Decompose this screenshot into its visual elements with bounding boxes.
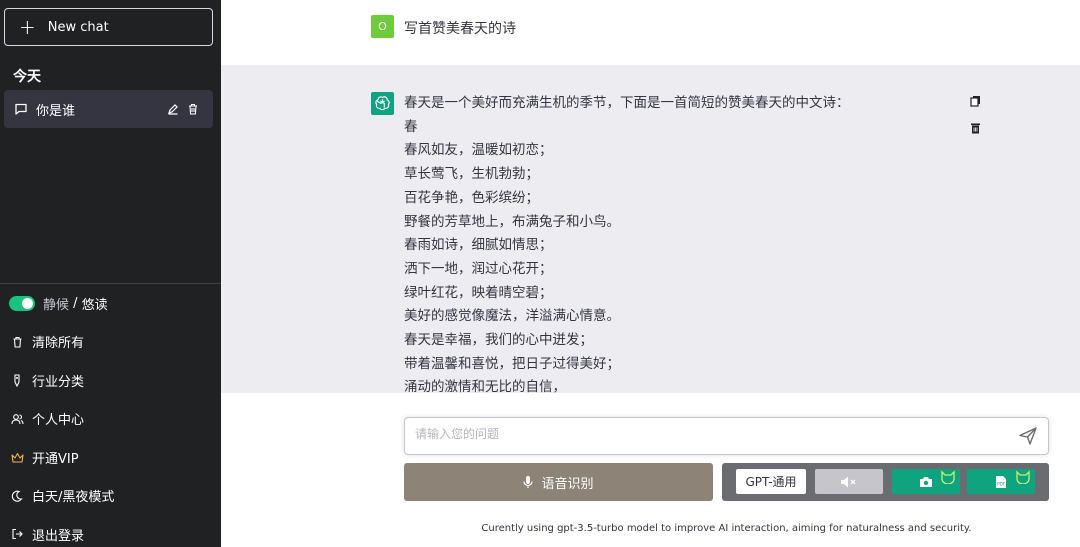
tag-icon bbox=[10, 374, 24, 387]
mute-button[interactable] bbox=[815, 469, 883, 494]
message-icon bbox=[14, 102, 28, 116]
plus-icon: + bbox=[19, 15, 36, 39]
section-title-today: 今天 bbox=[13, 69, 41, 85]
sidebar-item-vip[interactable]: 开通VIP bbox=[0, 438, 221, 477]
mode-separator: / bbox=[69, 295, 82, 311]
microphone-icon bbox=[523, 476, 534, 488]
cat-corner-icon bbox=[941, 470, 955, 484]
camera-icon bbox=[920, 476, 932, 487]
voice-recognition-button[interactable]: 语音识别 bbox=[404, 463, 713, 501]
poem-line: 春天是幸福，我们的心中迸发； bbox=[404, 332, 593, 349]
voice-button-label: 语音识别 bbox=[541, 476, 594, 492]
message-actions bbox=[970, 92, 981, 138]
chat-history-item[interactable]: 你是谁 bbox=[4, 90, 213, 128]
chat-input-box bbox=[404, 417, 1049, 455]
user-message-text: 写首赞美春天的诗 bbox=[404, 21, 516, 37]
poem-line: 带着温馨和喜悦，把日子过得美好； bbox=[404, 355, 620, 372]
poem-line: 美好的感觉像魔法，洋溢满心情意。 bbox=[404, 308, 620, 325]
user-avatar: O bbox=[371, 15, 394, 38]
sidebar-item-industry[interactable]: 行业分类 bbox=[0, 361, 221, 400]
sidebar-item-label: 白天/黑夜模式 bbox=[32, 490, 115, 506]
mode-toggle-row[interactable]: 静候 / 悠读 bbox=[0, 284, 221, 323]
model-select-button[interactable]: GPT-通用 bbox=[736, 469, 806, 494]
pencil-icon[interactable] bbox=[167, 103, 179, 115]
camera-button[interactable] bbox=[892, 469, 960, 494]
cat-corner-icon bbox=[1016, 470, 1030, 484]
poem-line: 洒下一地，润过心花开； bbox=[404, 260, 553, 277]
poem-line: 涌动的激情和无比的自信， bbox=[404, 379, 566, 393]
trash-icon[interactable] bbox=[970, 119, 981, 138]
poem-line: 春 bbox=[404, 118, 418, 135]
sidebar-item-clear-all[interactable]: 清除所有 bbox=[0, 323, 221, 362]
sidebar-menu: 静候 / 悠读 清除所有 行业分类 个人中心 开通VIP 白天/黑夜模式 退出登… bbox=[0, 284, 221, 547]
crown-icon bbox=[10, 452, 24, 463]
sidebar-item-label: 行业分类 bbox=[32, 374, 85, 390]
assistant-message-text: 春天是一个美好而充满生机的季节，下面是一首简短的赞美春天的中文诗： 春 春风如友… bbox=[404, 92, 850, 393]
poem-line: 绿叶红花，映着晴空碧； bbox=[404, 284, 553, 301]
logout-icon bbox=[10, 528, 24, 540]
chat-history-label: 你是谁 bbox=[36, 103, 76, 119]
sidebar-item-label: 退出登录 bbox=[32, 528, 85, 544]
svg-text:PDF: PDF bbox=[997, 481, 1005, 486]
trash-icon bbox=[10, 336, 24, 348]
poem-line: 春雨如诗，细腻如情思； bbox=[404, 237, 553, 254]
copy-icon[interactable] bbox=[970, 92, 981, 111]
footer-note: Curently using gpt-3.5-turbo model to im… bbox=[481, 523, 972, 534]
pdf-icon: PDF bbox=[996, 475, 1006, 488]
user-message: O 写首赞美春天的诗 bbox=[221, 0, 1080, 65]
sidebar-item-label: 开通VIP bbox=[32, 451, 79, 467]
sidebar-item-profile[interactable]: 个人中心 bbox=[0, 400, 221, 439]
chat-input[interactable] bbox=[415, 427, 1005, 441]
sidebar-item-label: 清除所有 bbox=[32, 336, 85, 352]
pdf-button[interactable]: PDF bbox=[967, 469, 1035, 494]
moon-icon bbox=[10, 490, 24, 502]
sidebar-item-day-night[interactable]: 白天/黑夜模式 bbox=[0, 477, 221, 516]
mode-label-b: 悠读 bbox=[81, 297, 108, 313]
poem-line: 百花争艳，色彩缤纷； bbox=[404, 189, 539, 206]
poem-line: 草长莺飞，生机勃勃； bbox=[404, 166, 539, 183]
sidebar: + New chat 今天 你是谁 静候 / 悠读 清除所有 行业分类 个人中心… bbox=[0, 0, 221, 547]
poem-line: 野餐的芳草地上，布满兔子和小鸟。 bbox=[404, 213, 620, 230]
assistant-message: 春天是一个美好而充满生机的季节，下面是一首简短的赞美春天的中文诗： 春 春风如友… bbox=[221, 65, 1080, 393]
openai-logo-icon bbox=[371, 92, 394, 115]
mode-toggle-switch[interactable] bbox=[9, 295, 35, 311]
send-icon[interactable] bbox=[1018, 426, 1038, 450]
new-chat-button[interactable]: + New chat bbox=[4, 8, 213, 46]
poem-line: 春天是一个美好而充满生机的季节，下面是一首简短的赞美春天的中文诗： bbox=[404, 95, 850, 111]
sidebar-item-label: 个人中心 bbox=[32, 413, 85, 429]
tool-panel: GPT-通用 PDF bbox=[722, 463, 1049, 501]
poem-line: 春风如友，温暖如初恋； bbox=[404, 142, 553, 159]
new-chat-label: New chat bbox=[47, 19, 109, 35]
speaker-mute-icon bbox=[841, 476, 856, 487]
users-icon bbox=[10, 413, 24, 425]
mode-label-a: 静候 bbox=[43, 297, 70, 313]
trash-icon[interactable] bbox=[187, 103, 199, 115]
sidebar-item-logout[interactable]: 退出登录 bbox=[0, 515, 221, 547]
